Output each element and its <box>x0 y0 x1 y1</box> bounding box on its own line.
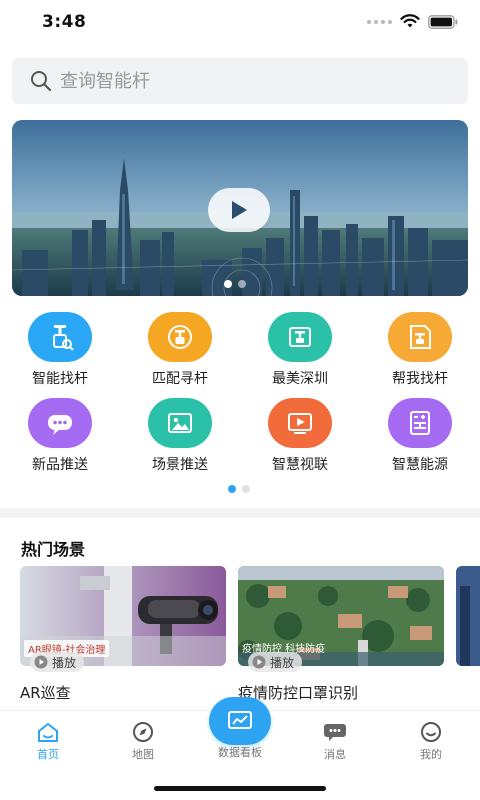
status-icons <box>367 14 458 29</box>
scene-card-mask-detection[interactable]: 疫情防控 科技防疫 播放 疫情防控口罩识别 <box>238 566 444 702</box>
pole-search-icon <box>28 312 92 362</box>
tab-home[interactable]: 首页 <box>13 721 83 762</box>
signal-icon <box>367 19 392 24</box>
function-item-help-find[interactable]: 帮我找杆 <box>360 312 480 388</box>
scene-thumbnail: AR眼镜-社会治理 <box>20 566 226 666</box>
play-circle-icon <box>252 655 266 669</box>
home-icon <box>38 723 58 742</box>
wifi-icon <box>400 14 420 28</box>
message-icon <box>324 724 346 741</box>
pole-gallery-icon <box>268 312 332 362</box>
battery-icon <box>428 14 458 29</box>
compass-icon <box>133 722 153 742</box>
tab-map[interactable]: 地图 <box>108 721 178 762</box>
function-item-new-products[interactable]: 新品推送 <box>0 398 120 474</box>
scene-image-icon <box>148 398 212 448</box>
scene-thumbnail <box>456 566 480 666</box>
grid-pagination <box>228 485 250 493</box>
section-title-hot-scenes: 热门场景 <box>21 540 86 559</box>
tab-label: 地图 <box>132 748 154 761</box>
play-label: 播放 <box>52 655 77 670</box>
function-label: 帮我找杆 <box>392 371 448 387</box>
function-grid: 智能找杆 匹配寻杆 最美深圳 帮我找杆 新品推送 场景推送 智慧视联 智慧能源 <box>0 312 480 474</box>
hot-scenes-list: AR眼镜-社会治理 播放 AR巡查 疫情防控 科技防疫 播放 疫情防控口罩识别 <box>20 566 480 706</box>
video-play-button[interactable] <box>208 188 270 232</box>
bottom-tab-bar: 首页 地图 数据看板 消息 我的 <box>0 697 480 774</box>
scene-play-button[interactable]: 播放 <box>30 652 85 672</box>
status-time: 3:48 <box>42 12 87 32</box>
battery-grid-icon <box>388 398 452 448</box>
play-circle-icon <box>34 655 48 669</box>
function-label: 匹配寻杆 <box>152 371 208 387</box>
play-icon <box>232 201 247 219</box>
status-bar: 3:48 <box>0 0 480 44</box>
function-label: 新品推送 <box>32 457 88 473</box>
chart-icon <box>228 711 252 729</box>
function-item-match-find[interactable]: 匹配寻杆 <box>120 312 240 388</box>
function-item-scene-push[interactable]: 场景推送 <box>120 398 240 474</box>
function-item-smart-video[interactable]: 智慧视联 <box>240 398 360 474</box>
tab-label: 消息 <box>324 748 346 761</box>
scene-title: AR巡查 <box>20 684 71 702</box>
profile-icon <box>421 722 441 742</box>
function-item-smart-find[interactable]: 智能找杆 <box>0 312 120 388</box>
function-label: 智慧视联 <box>272 457 328 473</box>
tab-label: 我的 <box>420 748 442 761</box>
scene-play-button[interactable]: 播放 <box>248 652 303 672</box>
search-input[interactable] <box>60 70 440 92</box>
pole-document-icon <box>388 312 452 362</box>
function-label: 智能找杆 <box>32 371 88 387</box>
function-label: 场景推送 <box>152 457 208 473</box>
play-label: 播放 <box>270 655 295 670</box>
function-item-smart-energy[interactable]: 智慧能源 <box>360 398 480 474</box>
section-divider <box>0 508 480 518</box>
scene-thumbnail: 疫情防控 科技防疫 <box>238 566 444 666</box>
function-label: 智慧能源 <box>392 457 448 473</box>
video-banner[interactable] <box>12 120 468 296</box>
search-bar[interactable] <box>12 58 468 104</box>
tab-dashboard-button[interactable] <box>209 697 271 745</box>
tab-label: 首页 <box>37 748 59 761</box>
video-play-icon <box>268 398 332 448</box>
scene-card-ar-patrol[interactable]: AR眼镜-社会治理 播放 AR巡查 <box>20 566 226 702</box>
scene-image-partial <box>456 566 480 666</box>
tab-messages[interactable]: 消息 <box>300 721 370 762</box>
tab-profile[interactable]: 我的 <box>396 721 466 762</box>
banner-pagination <box>224 280 246 288</box>
scene-card-partial[interactable] <box>456 566 480 666</box>
chat-bubble-icon <box>28 398 92 448</box>
function-label: 最美深圳 <box>272 371 328 387</box>
function-item-beautiful-shenzhen[interactable]: 最美深圳 <box>240 312 360 388</box>
home-indicator[interactable] <box>154 786 326 791</box>
pole-match-icon <box>148 312 212 362</box>
tab-dashboard-label[interactable]: 数据看板 <box>200 744 280 760</box>
search-icon <box>31 71 52 92</box>
